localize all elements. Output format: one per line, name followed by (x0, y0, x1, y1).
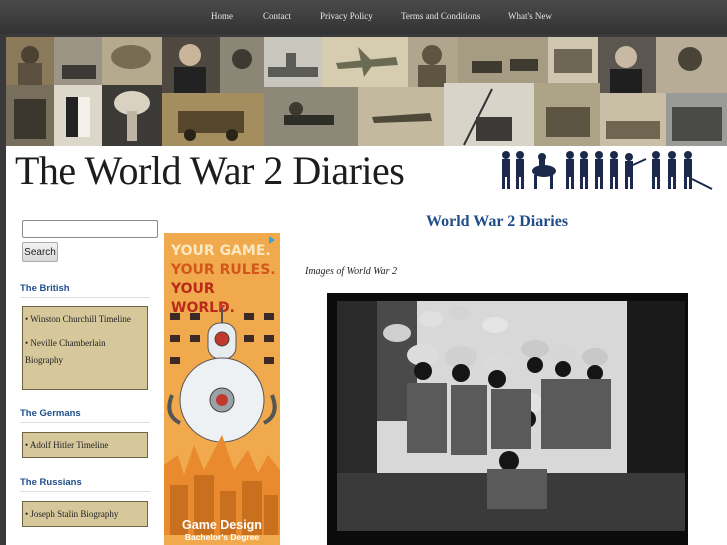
nav-contact[interactable]: Contact (263, 11, 291, 21)
nav-home[interactable]: Home (211, 11, 233, 21)
sidebar-box-germans: • Adolf Hitler Timeline (22, 432, 148, 458)
collage-photo-armored-car (162, 93, 264, 146)
collage-photo-kiss (54, 85, 102, 146)
sidebar-box-russians: • Joseph Stalin Biography (22, 501, 148, 527)
collage-photo-iwo-jima-flag (444, 83, 534, 146)
collage-photo-bomber (358, 87, 444, 146)
sidebar-box-british: • Winston Churchill Timeline • Neville C… (22, 306, 148, 390)
collage-photo-landing (600, 93, 666, 146)
search-input[interactable] (22, 220, 158, 238)
collage-photo-cigar-portrait (656, 37, 727, 93)
top-navigation: Home Contact Privacy Policy Terms and Co… (0, 0, 727, 34)
silhouette-soldier-8 (652, 151, 660, 189)
silhouette-soldier-10 (684, 151, 713, 190)
ad-subtitle: Bachelor's Degree (184, 532, 260, 542)
ad-line-1: YOUR GAME. (171, 243, 271, 259)
nav-privacy-policy[interactable]: Privacy Policy (320, 11, 373, 21)
collage-photo-troops-march (548, 37, 598, 83)
sidebar-divider (20, 297, 150, 298)
sidebar-link-stalin-biography[interactable]: • Joseph Stalin Biography (25, 506, 145, 523)
collage-photo-marines (6, 85, 54, 146)
ad-robot-illustration (164, 305, 280, 535)
collage-photo-churchill (598, 37, 656, 93)
ad-robot (167, 305, 277, 443)
sidebar-heading-germans: The Germans (20, 408, 81, 419)
nav-terms-and-conditions[interactable]: Terms and Conditions (401, 11, 480, 21)
collage-photo-stalin (162, 37, 220, 93)
nav-whats-new[interactable]: What's New (508, 11, 552, 21)
collage-photo-bombing (102, 37, 162, 85)
collage-photo-spitfire (322, 37, 408, 87)
collage-photo-soldier-helmet (220, 37, 264, 93)
sidebar-link-churchill-timeline[interactable]: • Winston Churchill Timeline (25, 311, 145, 328)
collage-photo-soldiers (6, 37, 54, 85)
collage-photo-mushroom-cloud (102, 85, 162, 146)
sidebar-heading-russians: The Russians (20, 477, 82, 488)
page-content: The World War 2 Diaries Search The Briti… (6, 37, 727, 545)
collage-photo-gun-crew (534, 83, 600, 146)
silhouette-soldier-3 (566, 151, 574, 189)
collage-photo-tank-street (54, 37, 102, 85)
silhouette-soldier-2 (516, 151, 524, 189)
collage-photo-tanks-field (458, 37, 548, 83)
collage-photo-rifleman (264, 87, 358, 146)
soldier-silhouettes-decoration (502, 151, 713, 190)
silhouette-soldier-4 (580, 151, 588, 189)
sidebar-divider (20, 491, 150, 492)
silhouette-soldier-7 (625, 153, 647, 189)
silhouette-soldier-1 (502, 151, 510, 189)
silhouette-soldier-6 (610, 151, 618, 189)
advertisement-banner[interactable]: YOUR GAME. YOUR RULES. YOUR WORLD. Game … (164, 233, 280, 545)
silhouette-horse-rider (532, 153, 556, 189)
ad-title: Game Design (182, 518, 262, 532)
header-photo-collage (6, 37, 727, 146)
ad-choices-icon[interactable] (267, 235, 277, 245)
sidebar-link-hitler-timeline[interactable]: • Adolf Hitler Timeline (25, 437, 145, 454)
collage-photo-parade (666, 93, 727, 146)
ad-line-2: YOUR RULES. (171, 262, 276, 278)
image-caption: Images of World War 2 (305, 266, 398, 277)
sidebar-link-chamberlain-biography[interactable]: • Neville Chamberlain Biography (25, 335, 145, 369)
search-button[interactable]: Search (22, 242, 58, 262)
sidebar-divider (20, 422, 150, 423)
silhouette-soldier-9 (668, 151, 676, 189)
ww2-soldiers-gas-masks-photo (327, 293, 688, 545)
collage-photo-officer (408, 37, 458, 87)
site-title: The World War 2 Diaries (15, 148, 405, 193)
silhouette-soldier-5 (595, 151, 603, 189)
sidebar-heading-british: The British (20, 283, 70, 294)
main-heading: World War 2 Diaries (426, 213, 569, 230)
collage-photo-battleship (264, 37, 322, 87)
